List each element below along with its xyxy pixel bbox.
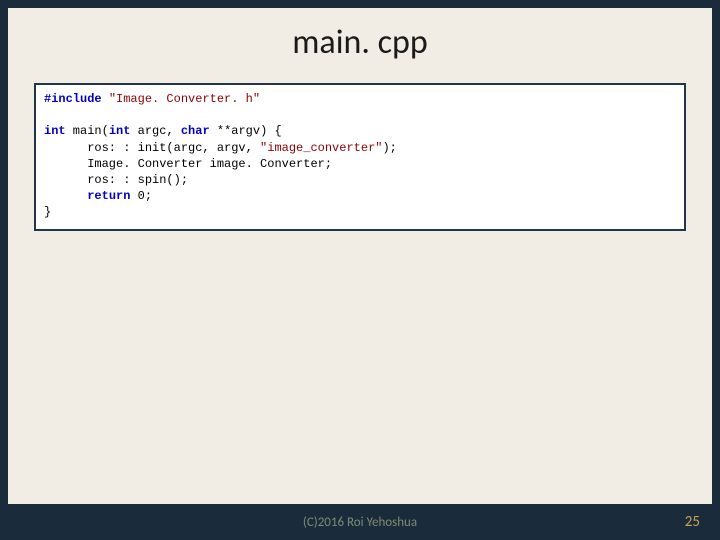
txt-brace: } <box>44 205 51 219</box>
str-init: "image_converter" <box>260 141 382 155</box>
str-include: "Image. Converter. h" <box>109 92 260 106</box>
code-block: #include "Image. Converter. h" int main(… <box>34 83 686 231</box>
kw-int2: int <box>109 124 131 138</box>
txt-conv: Image. Converter image. Converter; <box>44 157 332 171</box>
txt-init-b: ); <box>382 141 396 155</box>
txt-argc: argc, <box>130 124 180 138</box>
txt-spin: ros: : spin(); <box>44 173 188 187</box>
slide-body: main. cpp #include "Image. Converter. h"… <box>8 8 712 504</box>
txt-init-a: ros: : init(argc, argv, <box>44 141 260 155</box>
footer-copyright: (C)2016 Roi Yehoshua <box>8 504 712 540</box>
kw-include: #include <box>44 92 102 106</box>
txt-return: 0; <box>130 189 152 203</box>
txt-main: main( <box>66 124 109 138</box>
kw-return: return <box>87 189 130 203</box>
kw-int1: int <box>44 124 66 138</box>
kw-char: char <box>181 124 210 138</box>
slide-title: main. cpp <box>8 8 712 73</box>
page-number: 25 <box>685 504 700 540</box>
txt-argv: **argv) { <box>210 124 282 138</box>
